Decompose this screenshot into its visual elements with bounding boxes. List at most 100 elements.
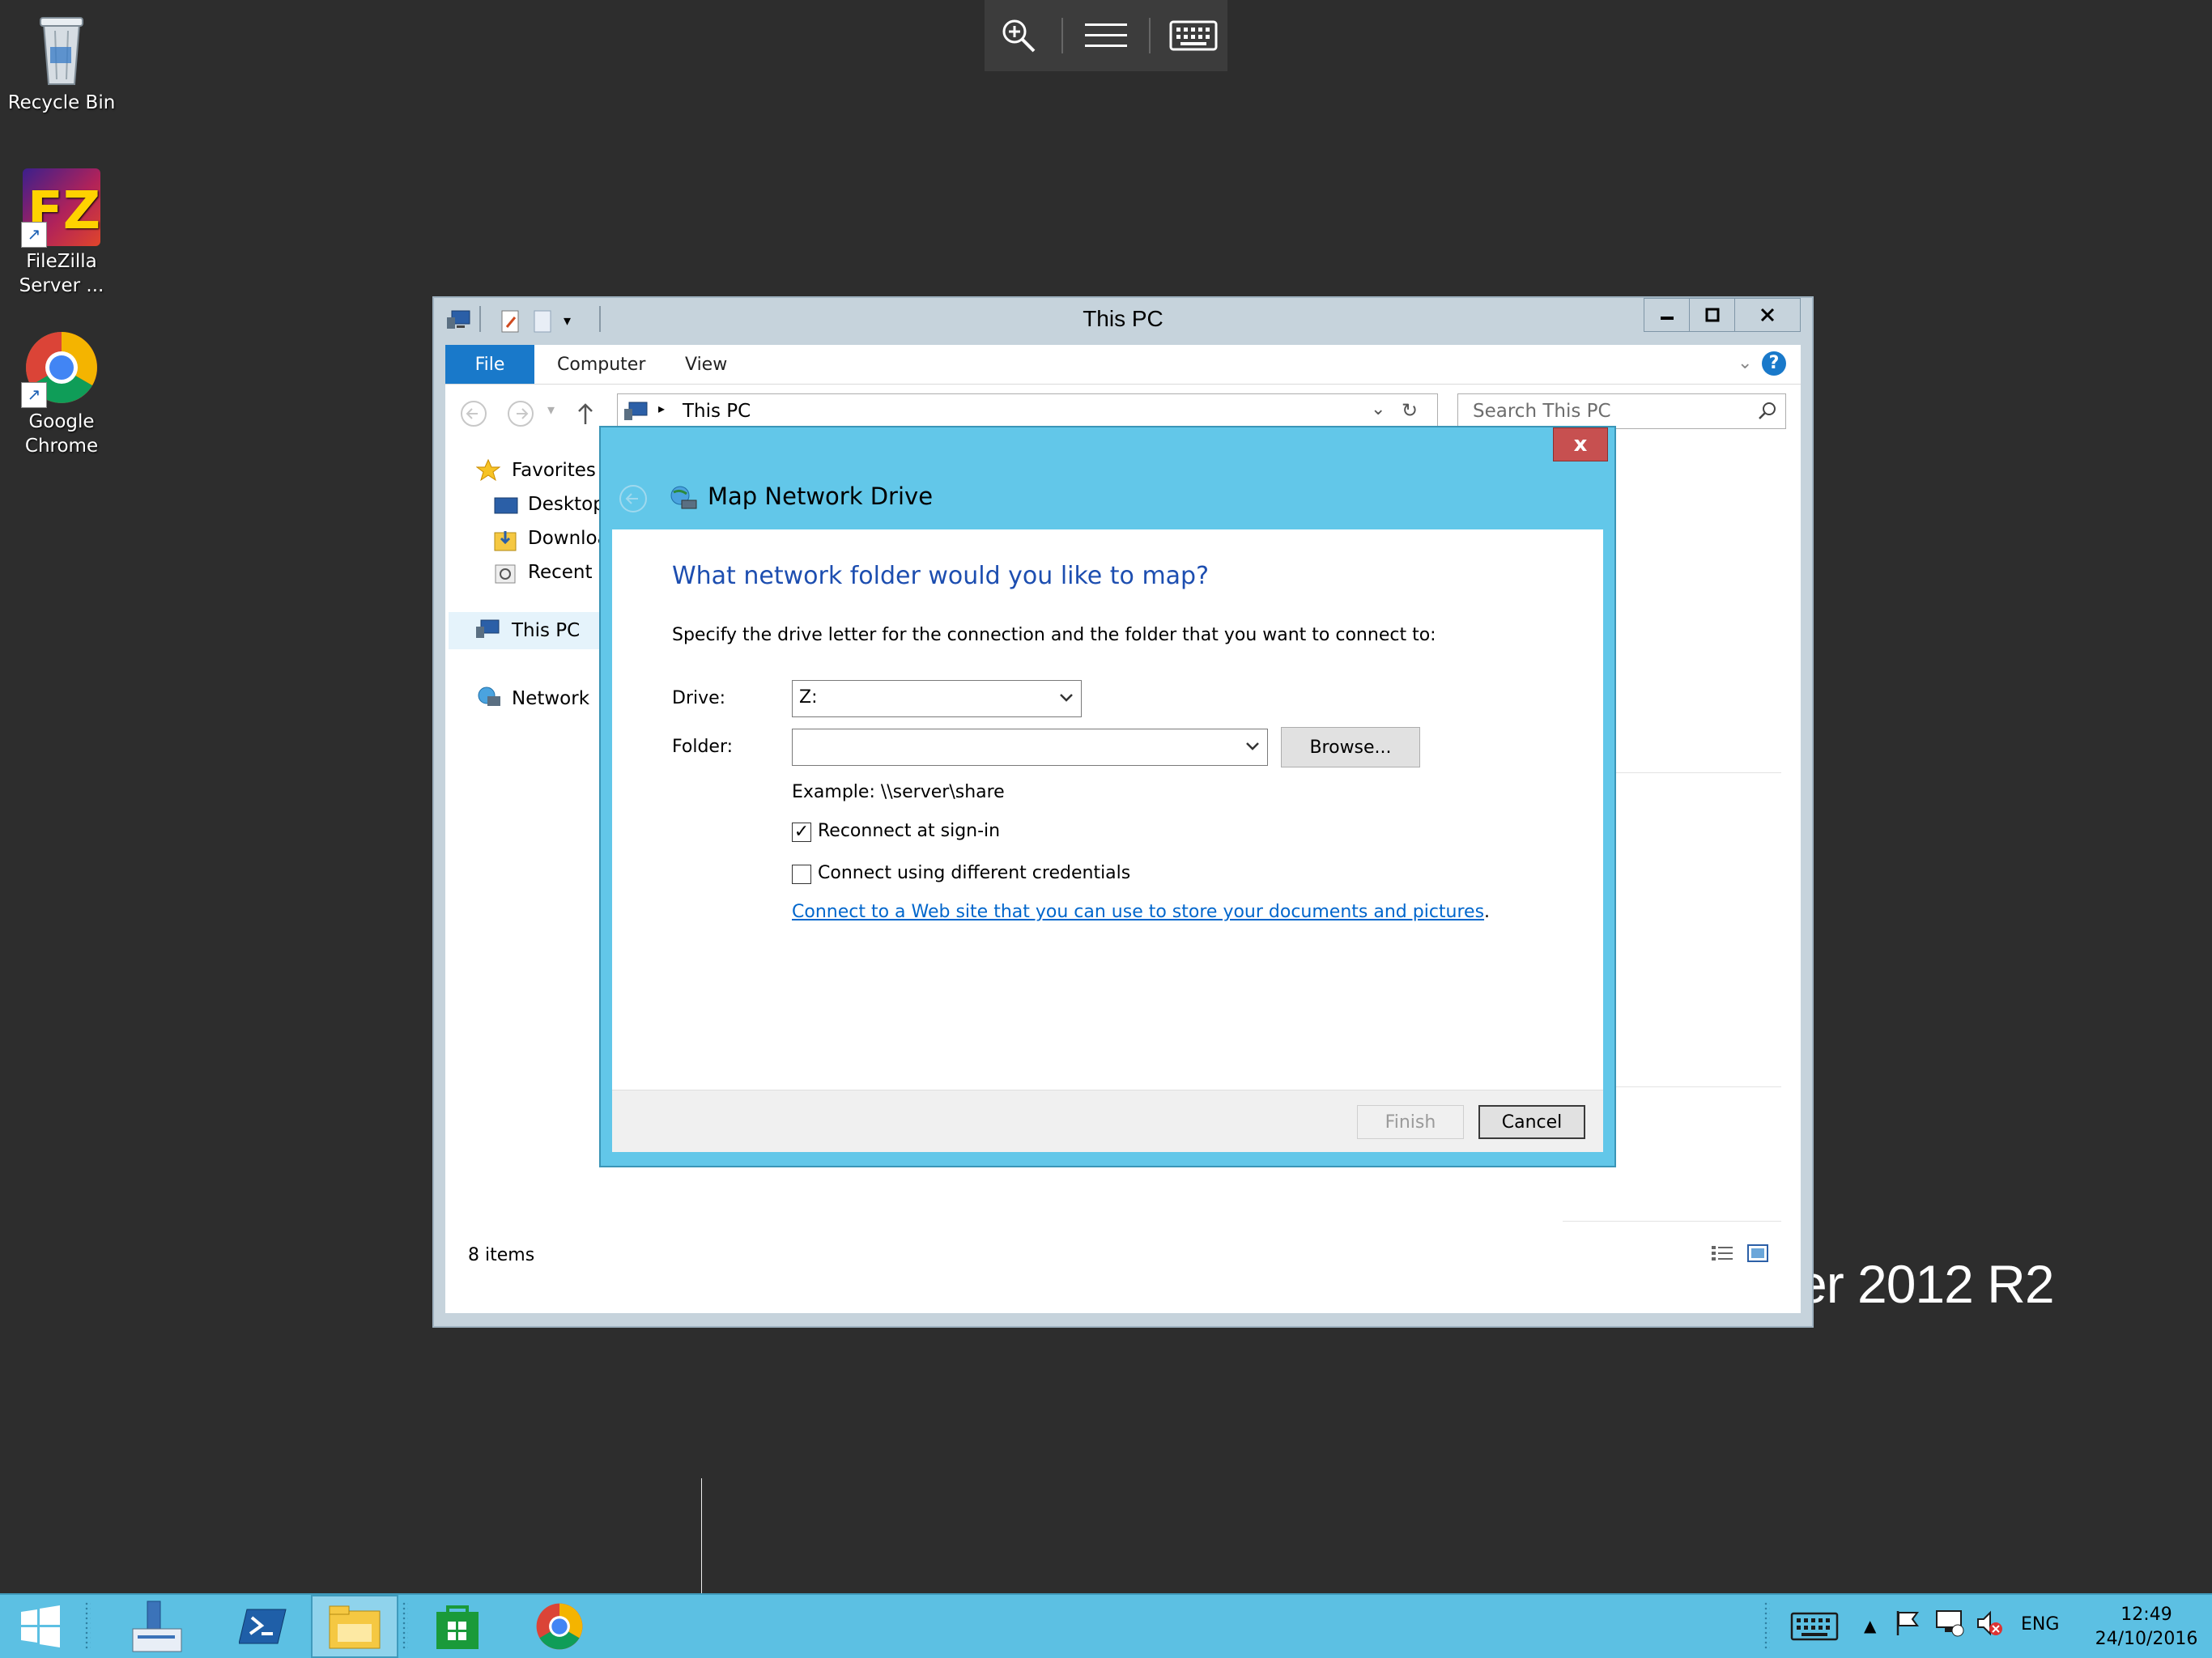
drive-label: Drive: bbox=[672, 688, 726, 708]
nav-favorites[interactable]: Favorites bbox=[512, 460, 596, 481]
folder-input[interactable] bbox=[792, 729, 1268, 766]
filezilla-icon: FZ ↗ bbox=[21, 168, 100, 248]
nav-this-pc[interactable]: This PC bbox=[512, 620, 580, 641]
tab-file[interactable]: File bbox=[445, 345, 534, 384]
clock-date[interactable]: 24/10/2016 bbox=[2086, 1629, 2207, 1649]
credentials-checkbox[interactable] bbox=[792, 865, 811, 884]
nav-recent[interactable]: Recent p bbox=[528, 562, 610, 583]
window-title: This PC bbox=[1083, 306, 1163, 331]
maximize-button[interactable] bbox=[1689, 298, 1736, 332]
tab-view[interactable]: View bbox=[685, 345, 727, 384]
nav-desktop[interactable]: Desktop bbox=[528, 494, 605, 515]
toolbar-divider bbox=[1148, 18, 1151, 53]
star-icon bbox=[475, 458, 501, 486]
folder-example: Example: \\server\share bbox=[792, 782, 1005, 802]
clock-time[interactable]: 12:49 bbox=[2086, 1605, 2207, 1625]
details-view-icon[interactable] bbox=[1710, 1244, 1734, 1266]
breadcrumb[interactable]: This PC bbox=[683, 401, 751, 422]
desktop-icon-filezilla[interactable]: FZ ↗ FileZilla Server ... bbox=[5, 168, 118, 298]
file-explorer-button[interactable] bbox=[311, 1595, 398, 1658]
flag-icon[interactable] bbox=[1895, 1609, 1921, 1640]
up-icon[interactable] bbox=[573, 400, 598, 431]
ribbon-expand-icon[interactable]: ⌄ bbox=[1738, 353, 1752, 373]
chrome-icon bbox=[536, 1603, 583, 1650]
refresh-icon[interactable]: ↻ bbox=[1402, 399, 1418, 422]
dialog-footer: Finish Cancel bbox=[612, 1090, 1603, 1152]
zoom-in-icon[interactable] bbox=[993, 11, 1044, 60]
taskbar: ▲ ENG 12:49 24/10/2016 bbox=[0, 1593, 2212, 1658]
recent-locations-icon[interactable]: ▾ bbox=[547, 402, 555, 419]
credentials-label[interactable]: Connect using different credentials bbox=[818, 863, 1130, 883]
web-site-link[interactable]: Connect to a Web site that you can use t… bbox=[792, 902, 1484, 922]
cancel-button[interactable]: Cancel bbox=[1478, 1105, 1585, 1139]
dialog-body: What network folder would you like to ma… bbox=[612, 529, 1603, 1152]
desktop-icon-chrome[interactable]: ↗ Google Chrome bbox=[5, 329, 118, 458]
this-pc-icon bbox=[476, 619, 500, 643]
downloads-folder-icon bbox=[494, 528, 518, 555]
toolbar-divider bbox=[1061, 18, 1064, 53]
windows-logo-icon bbox=[21, 1605, 60, 1647]
taskbar-grip bbox=[1763, 1601, 1770, 1650]
volume-muted-icon[interactable] bbox=[1976, 1609, 2003, 1640]
store-icon bbox=[436, 1605, 479, 1649]
help-icon[interactable]: ? bbox=[1762, 351, 1786, 376]
back-icon[interactable] bbox=[460, 400, 487, 431]
language-indicator[interactable]: ENG bbox=[2021, 1614, 2059, 1635]
chrome-button[interactable] bbox=[515, 1595, 604, 1658]
link-period: . bbox=[1484, 902, 1491, 922]
folder-label: Folder: bbox=[672, 737, 734, 757]
powershell-button[interactable] bbox=[219, 1595, 308, 1658]
search-input[interactable]: Search This PC bbox=[1457, 393, 1786, 429]
checkmark-icon: ✓ bbox=[793, 822, 810, 842]
taskbar-grip bbox=[84, 1601, 91, 1650]
address-dropdown-icon[interactable]: ⌄ bbox=[1371, 399, 1385, 419]
address-bar[interactable]: ▸ This PC ⌄ ↻ bbox=[617, 393, 1438, 429]
group-divider bbox=[1563, 1221, 1781, 1222]
server-manager-button[interactable] bbox=[113, 1595, 202, 1658]
network-drive-icon bbox=[669, 484, 698, 515]
map-network-drive-dialog: x Map Network Drive What network folder … bbox=[599, 426, 1616, 1167]
show-hidden-icons-icon[interactable]: ▲ bbox=[1864, 1616, 1876, 1635]
network-tray-icon[interactable] bbox=[1935, 1609, 1964, 1640]
browse-button[interactable]: Browse... bbox=[1281, 727, 1420, 767]
menu-icon[interactable] bbox=[1080, 11, 1132, 60]
taskbar-grip bbox=[402, 1601, 408, 1650]
reconnect-label[interactable]: Reconnect at sign-in bbox=[818, 821, 1000, 841]
keyboard-icon bbox=[1790, 1612, 1839, 1641]
store-button[interactable] bbox=[413, 1595, 502, 1658]
dialog-close-button[interactable]: x bbox=[1553, 427, 1608, 461]
server-manager-icon bbox=[132, 1601, 182, 1652]
chevron-down-icon[interactable] bbox=[1244, 736, 1261, 760]
back-icon[interactable] bbox=[619, 484, 648, 517]
touch-keyboard-button[interactable] bbox=[1786, 1595, 1843, 1658]
powershell-icon bbox=[239, 1609, 287, 1644]
keyboard-icon[interactable] bbox=[1168, 11, 1219, 60]
close-button[interactable] bbox=[1734, 298, 1801, 332]
minimize-button[interactable] bbox=[1644, 298, 1691, 332]
chrome-icon: ↗ bbox=[21, 329, 100, 408]
shortcut-arrow-icon: ↗ bbox=[21, 382, 47, 408]
drive-select[interactable]: Z: bbox=[792, 680, 1082, 717]
dialog-title: Map Network Drive bbox=[708, 483, 934, 510]
nav-network[interactable]: Network bbox=[512, 688, 589, 709]
desktop-icon-label: FileZilla Server ... bbox=[19, 251, 104, 296]
start-button[interactable] bbox=[0, 1595, 81, 1658]
reconnect-checkbox[interactable]: ✓ bbox=[792, 823, 811, 842]
drive-value: Z: bbox=[799, 687, 818, 708]
large-icons-view-icon[interactable] bbox=[1746, 1244, 1770, 1266]
finish-button[interactable]: Finish bbox=[1357, 1105, 1464, 1139]
breadcrumb-chevron-icon[interactable]: ▸ bbox=[658, 401, 665, 416]
recycle-bin-icon bbox=[23, 10, 100, 87]
nav-downloads[interactable]: Downloa bbox=[528, 528, 609, 549]
web-site-link-row: Connect to a Web site that you can use t… bbox=[792, 902, 1490, 922]
search-icon bbox=[1758, 401, 1777, 425]
tab-computer[interactable]: Computer bbox=[557, 345, 645, 384]
desktop-icon-recycle-bin[interactable]: Recycle Bin bbox=[5, 10, 118, 115]
network-icon bbox=[476, 685, 502, 712]
desktop-folder-icon bbox=[494, 495, 518, 520]
explorer-titlebar[interactable]: ▾ This PC bbox=[434, 298, 1812, 345]
chevron-down-icon bbox=[1058, 687, 1074, 712]
status-item-count: 8 items bbox=[468, 1245, 535, 1265]
forward-icon[interactable] bbox=[507, 400, 534, 431]
search-placeholder: Search This PC bbox=[1473, 401, 1611, 422]
